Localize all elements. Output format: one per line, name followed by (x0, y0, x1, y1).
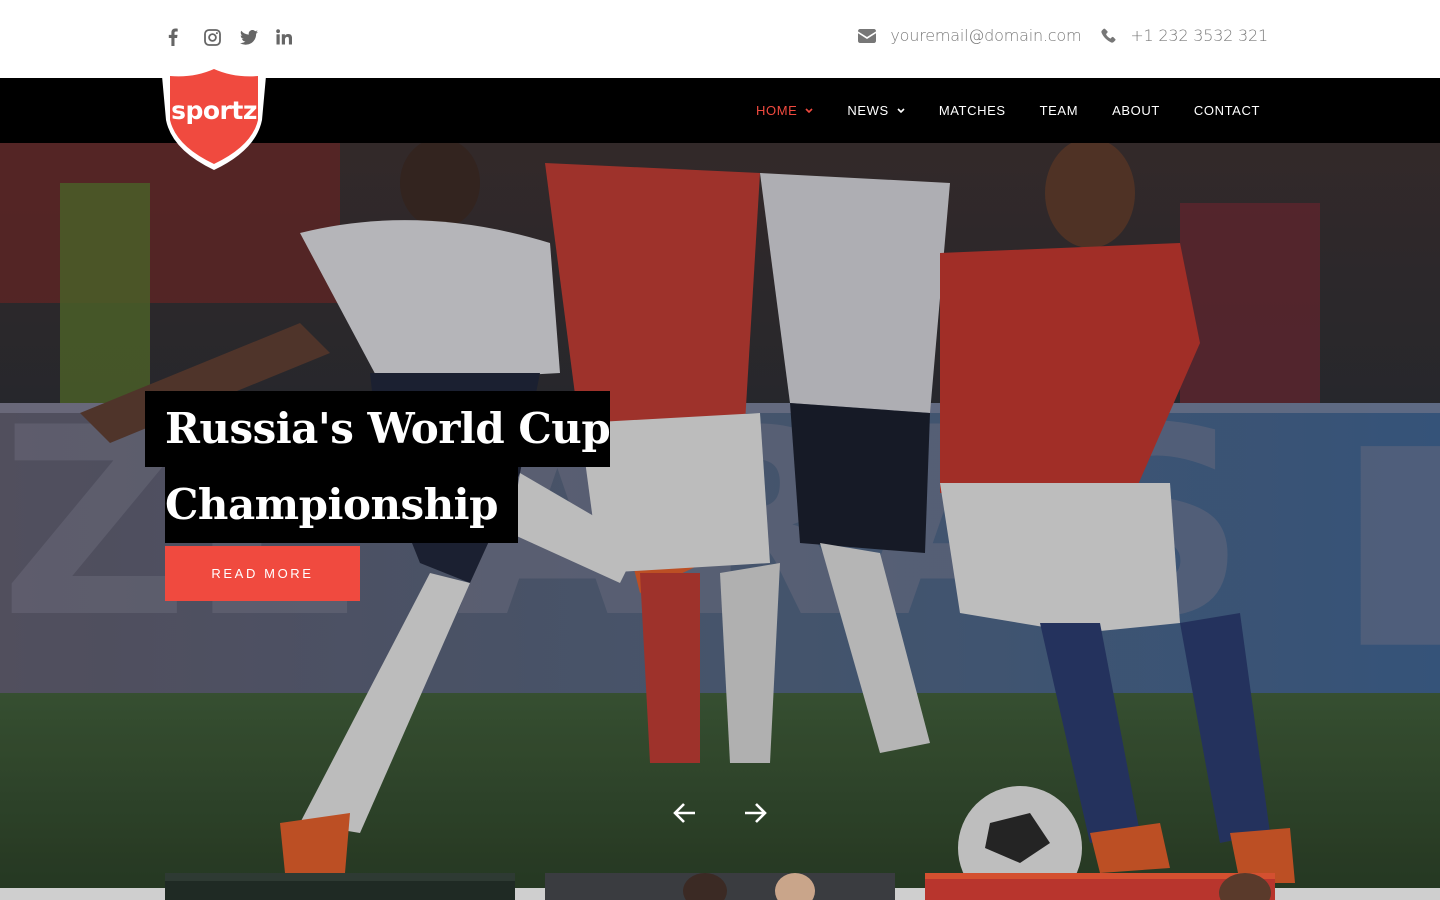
nav-item-home[interactable]: HOME (756, 103, 813, 118)
phone-contact[interactable]: +1 232 3532 321 (1101, 26, 1268, 45)
slider-prev-arrow[interactable] (671, 799, 699, 827)
card-thumbnail (165, 873, 515, 900)
social-links (168, 26, 312, 48)
nav-item-news[interactable]: NEWS (847, 103, 905, 118)
nav-label: ABOUT (1112, 103, 1160, 118)
card-thumbnail (925, 873, 1275, 900)
news-card-2[interactable] (545, 873, 895, 900)
envelope-icon (858, 28, 877, 43)
nav-label: NEWS (847, 103, 889, 118)
arrow-right-icon (745, 803, 767, 823)
hero-headline: Russia's World Cup Championship (145, 391, 611, 543)
phone-text: +1 232 3532 321 (1130, 26, 1268, 45)
twitter-icon[interactable] (240, 26, 276, 48)
hero-title-line-2: Championship (165, 467, 518, 543)
chevron-down-icon (897, 107, 905, 113)
email-text: youremail@domain.com (890, 26, 1082, 45)
nav-label: CONTACT (1193, 103, 1260, 118)
news-card-1[interactable] (165, 873, 515, 900)
phone-icon (1101, 28, 1116, 43)
card-thumbnail (545, 873, 895, 900)
news-card-3[interactable] (925, 873, 1275, 900)
nav-item-about[interactable]: ABOUT (1112, 103, 1160, 118)
sportz-logo[interactable]: sportz (152, 62, 276, 174)
nav-label: TEAM (1039, 103, 1079, 118)
hero-title-line-1: Russia's World Cup (145, 391, 611, 467)
main-menu: HOME NEWS MATCHES TEAM ABOUT CONTACT (722, 78, 1260, 143)
nav-item-team[interactable]: TEAM (1040, 103, 1079, 118)
hero-slider: ZE ARAS ▮ Russia's (0, 143, 1440, 900)
nav-item-contact[interactable]: CONTACT (1194, 103, 1260, 118)
arrow-left-icon (673, 803, 695, 823)
nav-label: MATCHES (938, 103, 1006, 118)
instagram-icon[interactable] (204, 26, 240, 48)
facebook-icon[interactable] (168, 26, 204, 48)
chevron-down-icon (805, 107, 813, 113)
contact-info: youremail@domain.com +1 232 3532 321 (838, 26, 1268, 45)
nav-label: HOME (756, 103, 798, 118)
read-more-button[interactable]: READ MORE (165, 546, 360, 601)
slider-next-arrow[interactable] (741, 799, 769, 827)
linkedin-icon[interactable] (276, 26, 312, 48)
email-contact[interactable]: youremail@domain.com (858, 26, 1082, 45)
logo-text: sportz (171, 96, 257, 125)
nav-item-matches[interactable]: MATCHES (939, 103, 1006, 118)
